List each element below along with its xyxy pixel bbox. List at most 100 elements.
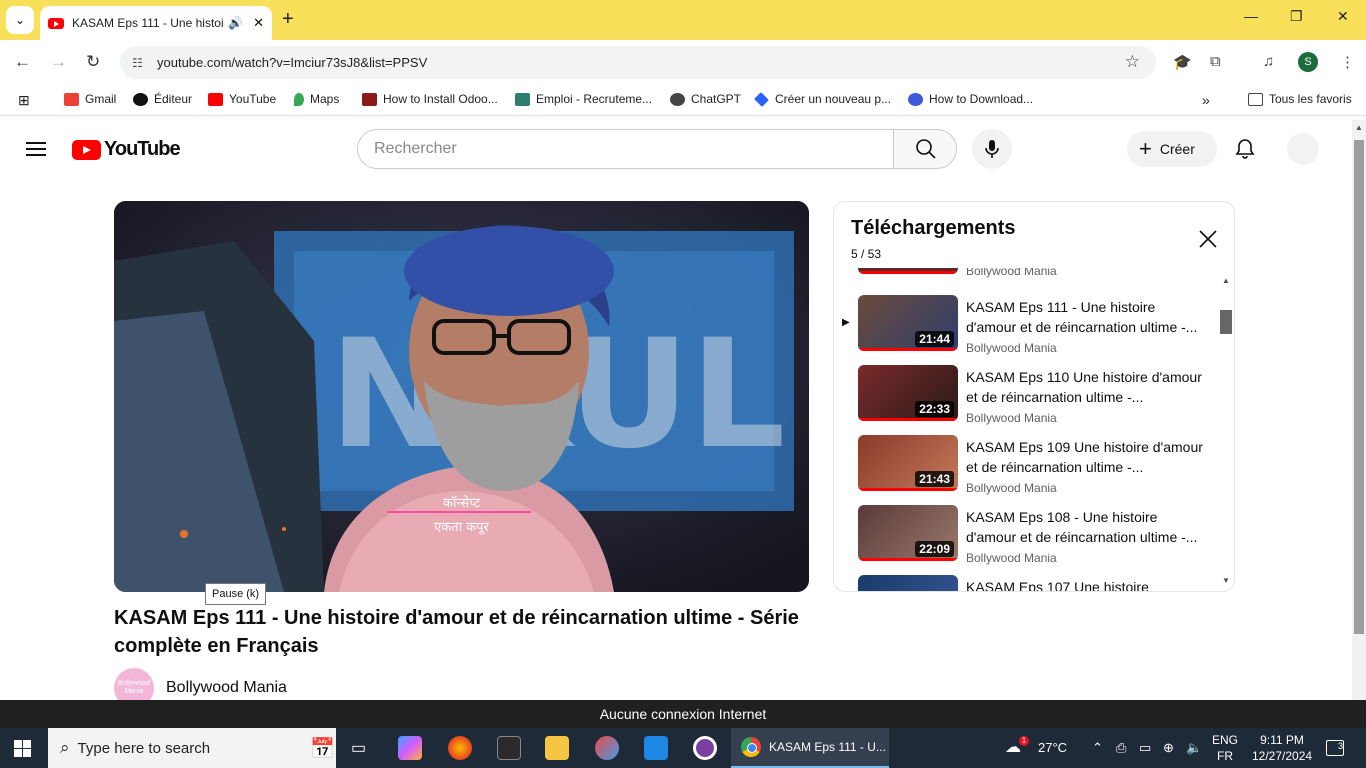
scroll-down-arrow-icon[interactable]: ▼	[1222, 576, 1230, 585]
forward-icon[interactable]: →	[50, 52, 67, 72]
video-title: KASAM Eps 111 - Une histoire d'amour et …	[114, 607, 799, 657]
page-scrollbar-thumb[interactable]	[1354, 140, 1364, 634]
channel-name[interactable]: Bollywood Mania	[166, 679, 287, 697]
playlist-item[interactable]: KASAM Eps 107 Une histoire	[834, 575, 1219, 592]
file-explorer-icon[interactable]	[545, 736, 569, 760]
bookmark-emploi[interactable]: Emploi - Recruteme...	[515, 92, 652, 106]
vscode-icon[interactable]	[644, 736, 668, 760]
show-hidden-icons-icon[interactable]: ⌃	[1092, 740, 1103, 756]
taskbar-chrome-window[interactable]: KASAM Eps 111 - U...	[731, 728, 889, 768]
profile-avatar[interactable]: S	[1298, 52, 1318, 72]
site-info-icon[interactable]: ☷	[132, 56, 148, 70]
system-clock[interactable]: 9:11 PM 12/27/2024	[1252, 732, 1312, 764]
app-icon[interactable]	[595, 736, 619, 760]
media-control-icon[interactable]: ♫	[1263, 53, 1274, 70]
youtube-favicon-icon	[48, 17, 64, 29]
obs-icon[interactable]	[693, 736, 717, 760]
bookmarks-overflow[interactable]: »	[1202, 92, 1210, 108]
extension-hat-icon[interactable]: 🎓	[1173, 53, 1192, 71]
pause-tooltip: Pause (k)	[205, 583, 267, 605]
bookmark-odoo[interactable]: How to Install Odoo...	[362, 92, 498, 106]
playlist-item[interactable]: 21:43 KASAM Eps 109 Une histoire d'amour…	[834, 435, 1219, 505]
bookmark-creer[interactable]: Créer un nouveau p...	[754, 91, 891, 107]
youtube-logo[interactable]: YouTube	[72, 138, 181, 161]
bookmark-maps[interactable]: Maps	[294, 92, 339, 106]
language-indicator[interactable]: ENG FR	[1212, 732, 1238, 764]
windows-start-icon[interactable]	[14, 740, 31, 757]
bookmark-editeur[interactable]: Éditeur	[133, 92, 192, 106]
duration-badge: 22:09	[915, 541, 954, 557]
close-tab-icon[interactable]: ✕	[253, 15, 264, 31]
odoo-icon	[362, 92, 377, 106]
minimize-icon[interactable]: —	[1244, 8, 1258, 24]
playlist-item-title: KASAM Eps 107 Une histoire	[966, 579, 1149, 592]
media-editor-icon[interactable]	[497, 736, 521, 760]
taskbar-search-input[interactable]: ⌕ Type here to search 📅	[48, 728, 336, 768]
playlist-item[interactable]: 22:09 KASAM Eps 108 - Une histoire d'amo…	[834, 505, 1219, 575]
url-text[interactable]: youtube.com/watch?v=Imciur73sJ8&list=PPS…	[157, 55, 427, 70]
extensions-puzzle-icon[interactable]: ⧉	[1210, 53, 1221, 70]
search-input[interactable]: Rechercher	[357, 129, 894, 169]
create-button[interactable]: + Créer	[1127, 131, 1217, 167]
duration-badge: 21:43	[915, 471, 954, 487]
all-bookmarks[interactable]: Tous les favoris	[1248, 92, 1352, 106]
copilot-icon[interactable]	[398, 736, 422, 760]
weather-alert-badge: 1	[1019, 736, 1029, 746]
bookmark-download[interactable]: How to Download...	[908, 92, 1033, 106]
back-icon[interactable]: ←	[14, 52, 31, 72]
device-icon[interactable]: ⎙	[1116, 740, 1126, 756]
chatgpt-icon	[670, 92, 685, 106]
scroll-up-arrow-icon[interactable]: ▲	[1222, 276, 1230, 285]
close-playlist-icon[interactable]	[1198, 229, 1218, 249]
new-tab-button[interactable]: +	[282, 8, 294, 31]
windows-taskbar: ⌕ Type here to search 📅 ▭ KASAM Eps 111 …	[0, 728, 1366, 768]
diamond-icon	[754, 91, 769, 107]
menu-kebab-icon[interactable]: ⋮	[1340, 53, 1355, 71]
bookmark-star-icon[interactable]: ☆	[1125, 52, 1140, 72]
folder-icon	[1248, 92, 1263, 106]
bookmark-youtube[interactable]: YouTube	[208, 92, 276, 106]
restore-icon[interactable]: ❐	[1290, 8, 1303, 25]
battery-icon[interactable]: ▭	[1139, 740, 1151, 756]
playlist-item-channel: Bollywood Mania	[966, 268, 1057, 278]
reload-icon[interactable]: ↻	[86, 52, 100, 72]
playlist-title[interactable]: Téléchargements	[851, 217, 1016, 240]
close-window-icon[interactable]: ✕	[1337, 8, 1349, 25]
bookmark-gmail[interactable]: Gmail	[64, 92, 116, 106]
video-player[interactable]: NKUL कॉन्सेप्ट एकता कपूर	[114, 201, 809, 592]
playlist-item-channel: Bollywood Mania	[966, 411, 1057, 425]
playlist-item[interactable]: Bollywood Mania	[834, 268, 1219, 288]
apps-grid-icon[interactable]: ⊞	[18, 92, 30, 109]
browser-tab[interactable]: KASAM Eps 111 - Une histoire d'amour 🔊 ✕	[40, 6, 272, 40]
playlist-thumbnail	[858, 268, 958, 274]
playlist-thumbnail: 21:44	[858, 295, 958, 351]
playlist-scrollbar-thumb[interactable]	[1220, 310, 1232, 334]
audio-playing-icon[interactable]: 🔊	[228, 16, 243, 30]
tab-search-button[interactable]: ⌄	[6, 6, 34, 34]
playlist-item[interactable]: 22:33 KASAM Eps 110 Une histoire d'amour…	[834, 365, 1219, 435]
playlist-item-channel: Bollywood Mania	[966, 551, 1057, 565]
page-scrollbar[interactable]: ▲	[1352, 120, 1366, 700]
temperature[interactable]: 27°C	[1038, 740, 1067, 755]
playlist-thumbnail: 22:09	[858, 505, 958, 561]
notification-center-icon[interactable]: 3	[1326, 740, 1344, 756]
playlist-thumbnail: 21:43	[858, 435, 958, 491]
task-view-icon[interactable]: ▭	[351, 738, 366, 758]
volume-icon[interactable]: 🔈	[1186, 740, 1202, 756]
globe-icon	[908, 92, 923, 106]
bookmark-chatgpt[interactable]: ChatGPT	[670, 92, 741, 106]
playlist-count: 5 / 53	[851, 247, 882, 261]
voice-search-button[interactable]	[972, 129, 1012, 169]
scroll-up-arrow-icon[interactable]: ▲	[1355, 123, 1363, 132]
firefox-icon[interactable]	[448, 736, 472, 760]
playlist-item-title: KASAM Eps 108 - Une histoire d'amour et …	[966, 509, 1198, 545]
address-bar[interactable]: ☷ youtube.com/watch?v=Imciur73sJ8&list=P…	[120, 46, 1156, 79]
youtube-account-avatar[interactable]	[1287, 133, 1319, 165]
network-globe-icon[interactable]: ⊕	[1163, 740, 1174, 756]
search-button[interactable]	[893, 129, 957, 169]
chrome-icon	[741, 737, 761, 757]
playlist-item-current[interactable]: ▶ 21:44 KASAM Eps 111 - Une histoire d'a…	[834, 295, 1219, 365]
hamburger-menu-icon[interactable]	[26, 142, 46, 156]
notifications-bell-icon[interactable]	[1233, 137, 1257, 161]
playlist-scrollbar[interactable]: ▲ ▼	[1220, 276, 1232, 588]
